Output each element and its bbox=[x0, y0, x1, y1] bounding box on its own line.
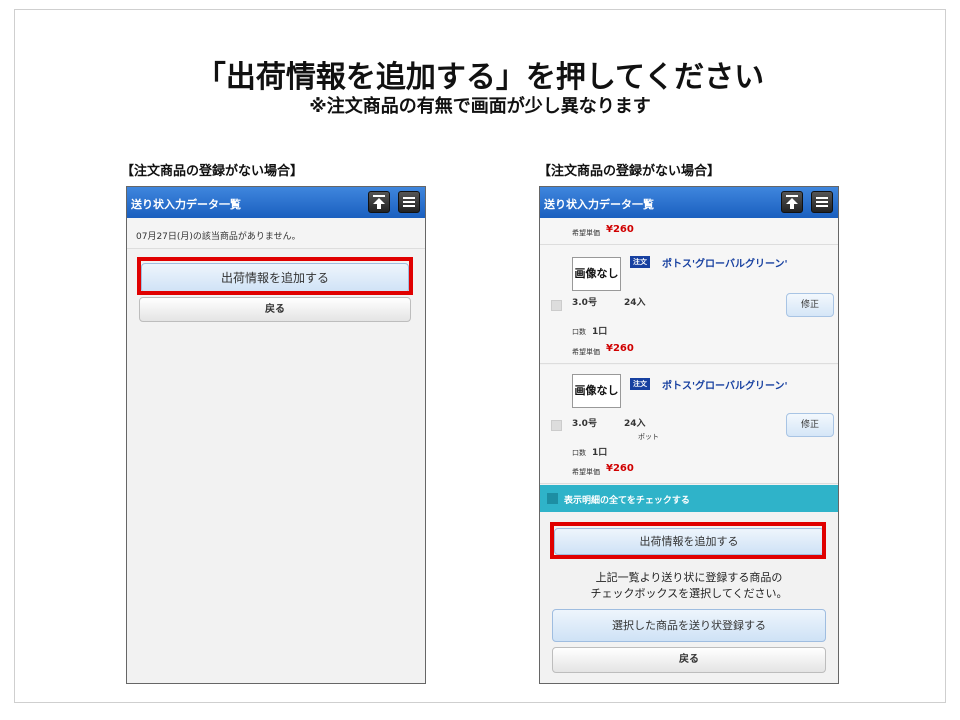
product-name: ポトス'グローバルグリーン' bbox=[662, 259, 788, 270]
instruction-line-1: 上記一覧より送り状に登録する商品の bbox=[595, 571, 783, 584]
check-all-label: 表示明細の全てをチェックする bbox=[564, 496, 690, 506]
price-label: 希望単価 bbox=[572, 468, 600, 476]
list-item-partial: 希望単価 ¥260 bbox=[540, 218, 838, 245]
back-button[interactable]: 戻る bbox=[139, 297, 411, 322]
right-header-title: 送り状入力データ一覧 bbox=[544, 198, 654, 211]
highlight-box bbox=[137, 257, 413, 295]
item-extra: ポット bbox=[638, 433, 659, 441]
slide-subtitle: ※注文商品の有無で画面が少し異なります bbox=[309, 96, 651, 117]
lots-value: 1口 bbox=[592, 448, 608, 458]
menu-icon[interactable] bbox=[398, 191, 420, 213]
right-phone-screen: 送り状入力データ一覧 希望単価 ¥260 画像なし 注文 ポトス'グローバルグリ… bbox=[539, 186, 839, 684]
left-header-title: 送り状入力データ一覧 bbox=[131, 198, 241, 211]
product-name: ポトス'グローバルグリーン' bbox=[662, 381, 788, 392]
price-value: ¥260 bbox=[606, 343, 634, 354]
list-item: 画像なし 注文 ポトス'グローバルグリーン' 3.0号 24入 修正 口数 1口… bbox=[540, 245, 838, 364]
instruction-line-2: チェックボックスを選択してください。 bbox=[590, 587, 788, 600]
right-header: 送り状入力データ一覧 bbox=[540, 187, 838, 218]
left-caption: 【注文商品の登録がない場合】 bbox=[121, 164, 304, 179]
check-all-checkbox[interactable] bbox=[547, 493, 558, 504]
lots-label: 口数 bbox=[572, 328, 586, 336]
price-label: 希望単価 bbox=[572, 229, 600, 237]
lots-value: 1口 bbox=[592, 327, 608, 337]
no-image-placeholder: 画像なし bbox=[572, 374, 621, 408]
price-label: 希望単価 bbox=[572, 348, 600, 356]
item-size: 3.0号 bbox=[572, 419, 597, 429]
no-image-placeholder: 画像なし bbox=[572, 257, 621, 291]
left-header: 送り状入力データ一覧 bbox=[127, 187, 425, 218]
highlight-box bbox=[550, 522, 826, 559]
left-phone-screen: 送り状入力データ一覧 07月27日(月)の該当商品がありません。 出荷情報を追加… bbox=[126, 186, 426, 684]
check-all-bar[interactable]: 表示明細の全てをチェックする bbox=[540, 485, 838, 512]
lots-label: 口数 bbox=[572, 449, 586, 457]
list-item: 画像なし 注文 ポトス'グローバルグリーン' 3.0号 24入 ポット 修正 口… bbox=[540, 365, 838, 484]
item-qty: 24入 bbox=[624, 419, 646, 429]
scroll-top-icon[interactable] bbox=[368, 191, 390, 213]
right-caption: 【注文商品の登録がない場合】 bbox=[538, 164, 721, 179]
register-selected-button[interactable]: 選択した商品を送り状登録する bbox=[552, 609, 826, 642]
back-button[interactable]: 戻る bbox=[552, 647, 826, 673]
edit-button[interactable]: 修正 bbox=[786, 293, 834, 317]
order-tag: 注文 bbox=[630, 256, 650, 268]
item-size: 3.0号 bbox=[572, 298, 597, 308]
price-value: ¥260 bbox=[606, 463, 634, 474]
edit-button[interactable]: 修正 bbox=[786, 413, 834, 437]
scroll-top-icon[interactable] bbox=[781, 191, 803, 213]
price-value: ¥260 bbox=[606, 224, 634, 235]
date-message: 07月27日(月)の該当商品がありません。 bbox=[127, 218, 425, 249]
item-checkbox[interactable] bbox=[551, 420, 562, 431]
item-checkbox[interactable] bbox=[551, 300, 562, 311]
menu-icon[interactable] bbox=[811, 191, 833, 213]
slide-title: 「出荷情報を追加する」を押してください bbox=[195, 60, 765, 95]
item-qty: 24入 bbox=[624, 298, 646, 308]
order-tag: 注文 bbox=[630, 378, 650, 390]
